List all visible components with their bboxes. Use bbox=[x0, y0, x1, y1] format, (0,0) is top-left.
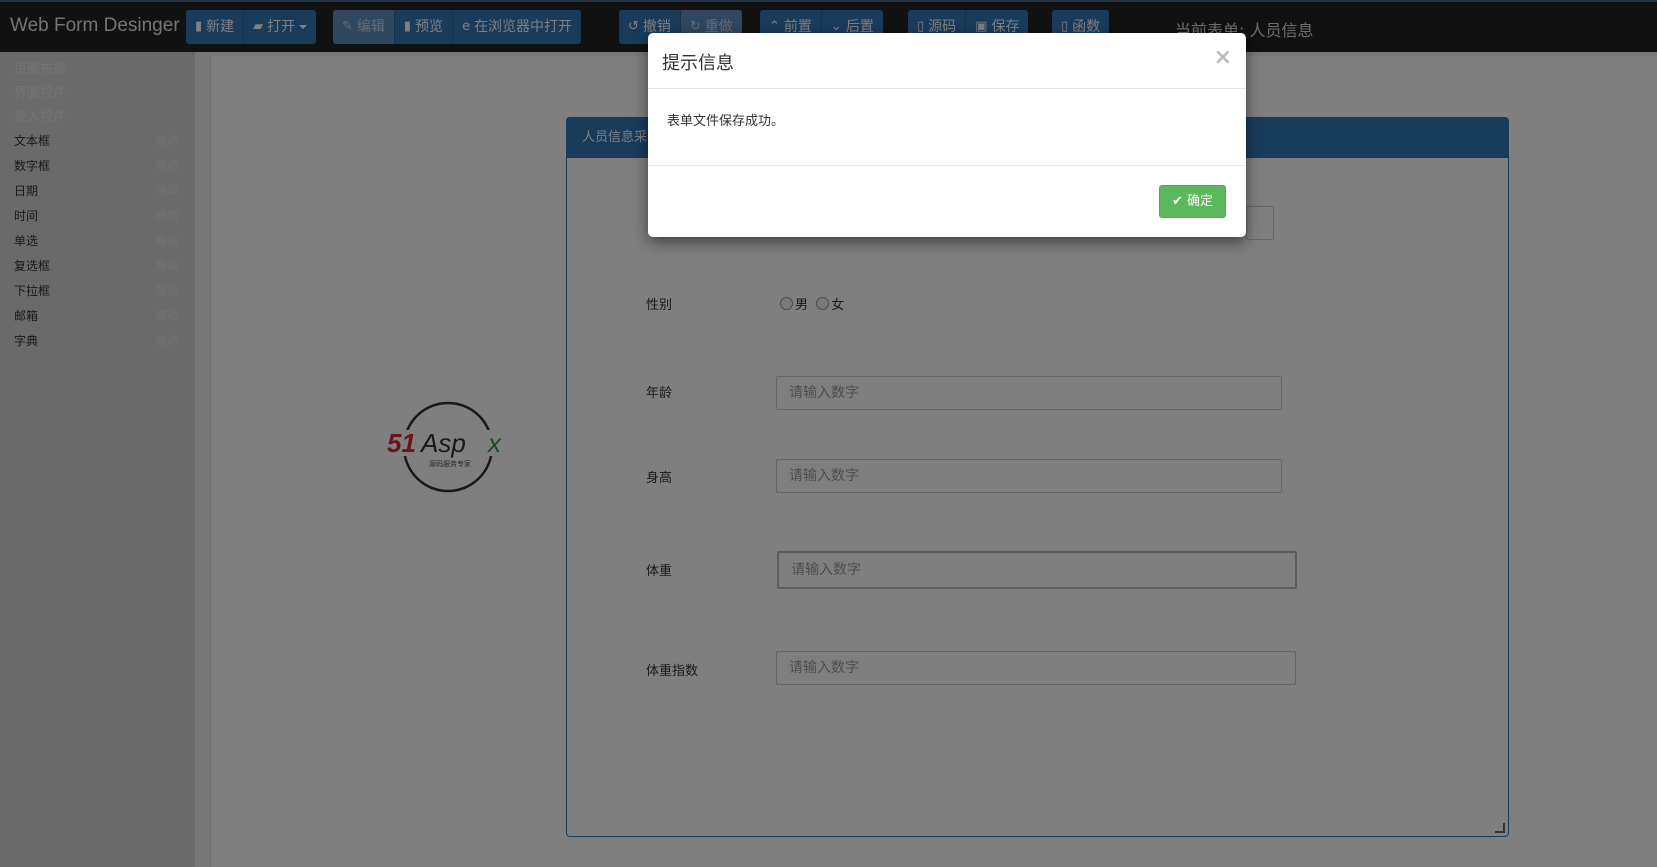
dialog-body: 表单文件保存成功。 bbox=[648, 89, 1246, 166]
ok-button[interactable]: ✔ 确定 bbox=[1158, 185, 1226, 218]
ok-button-label: 确定 bbox=[1186, 194, 1213, 209]
info-dialog: 提示信息 × 表单文件保存成功。 ✔ 确定 bbox=[648, 33, 1246, 237]
dialog-footer: ✔ 确定 bbox=[648, 166, 1246, 238]
dialog-header: 提示信息 × bbox=[648, 33, 1246, 89]
close-icon[interactable]: × bbox=[1214, 45, 1232, 70]
checkmark-icon: ✔ bbox=[1171, 194, 1183, 209]
dialog-title: 提示信息 bbox=[662, 53, 734, 74]
dialog-message: 表单文件保存成功。 bbox=[667, 114, 785, 129]
